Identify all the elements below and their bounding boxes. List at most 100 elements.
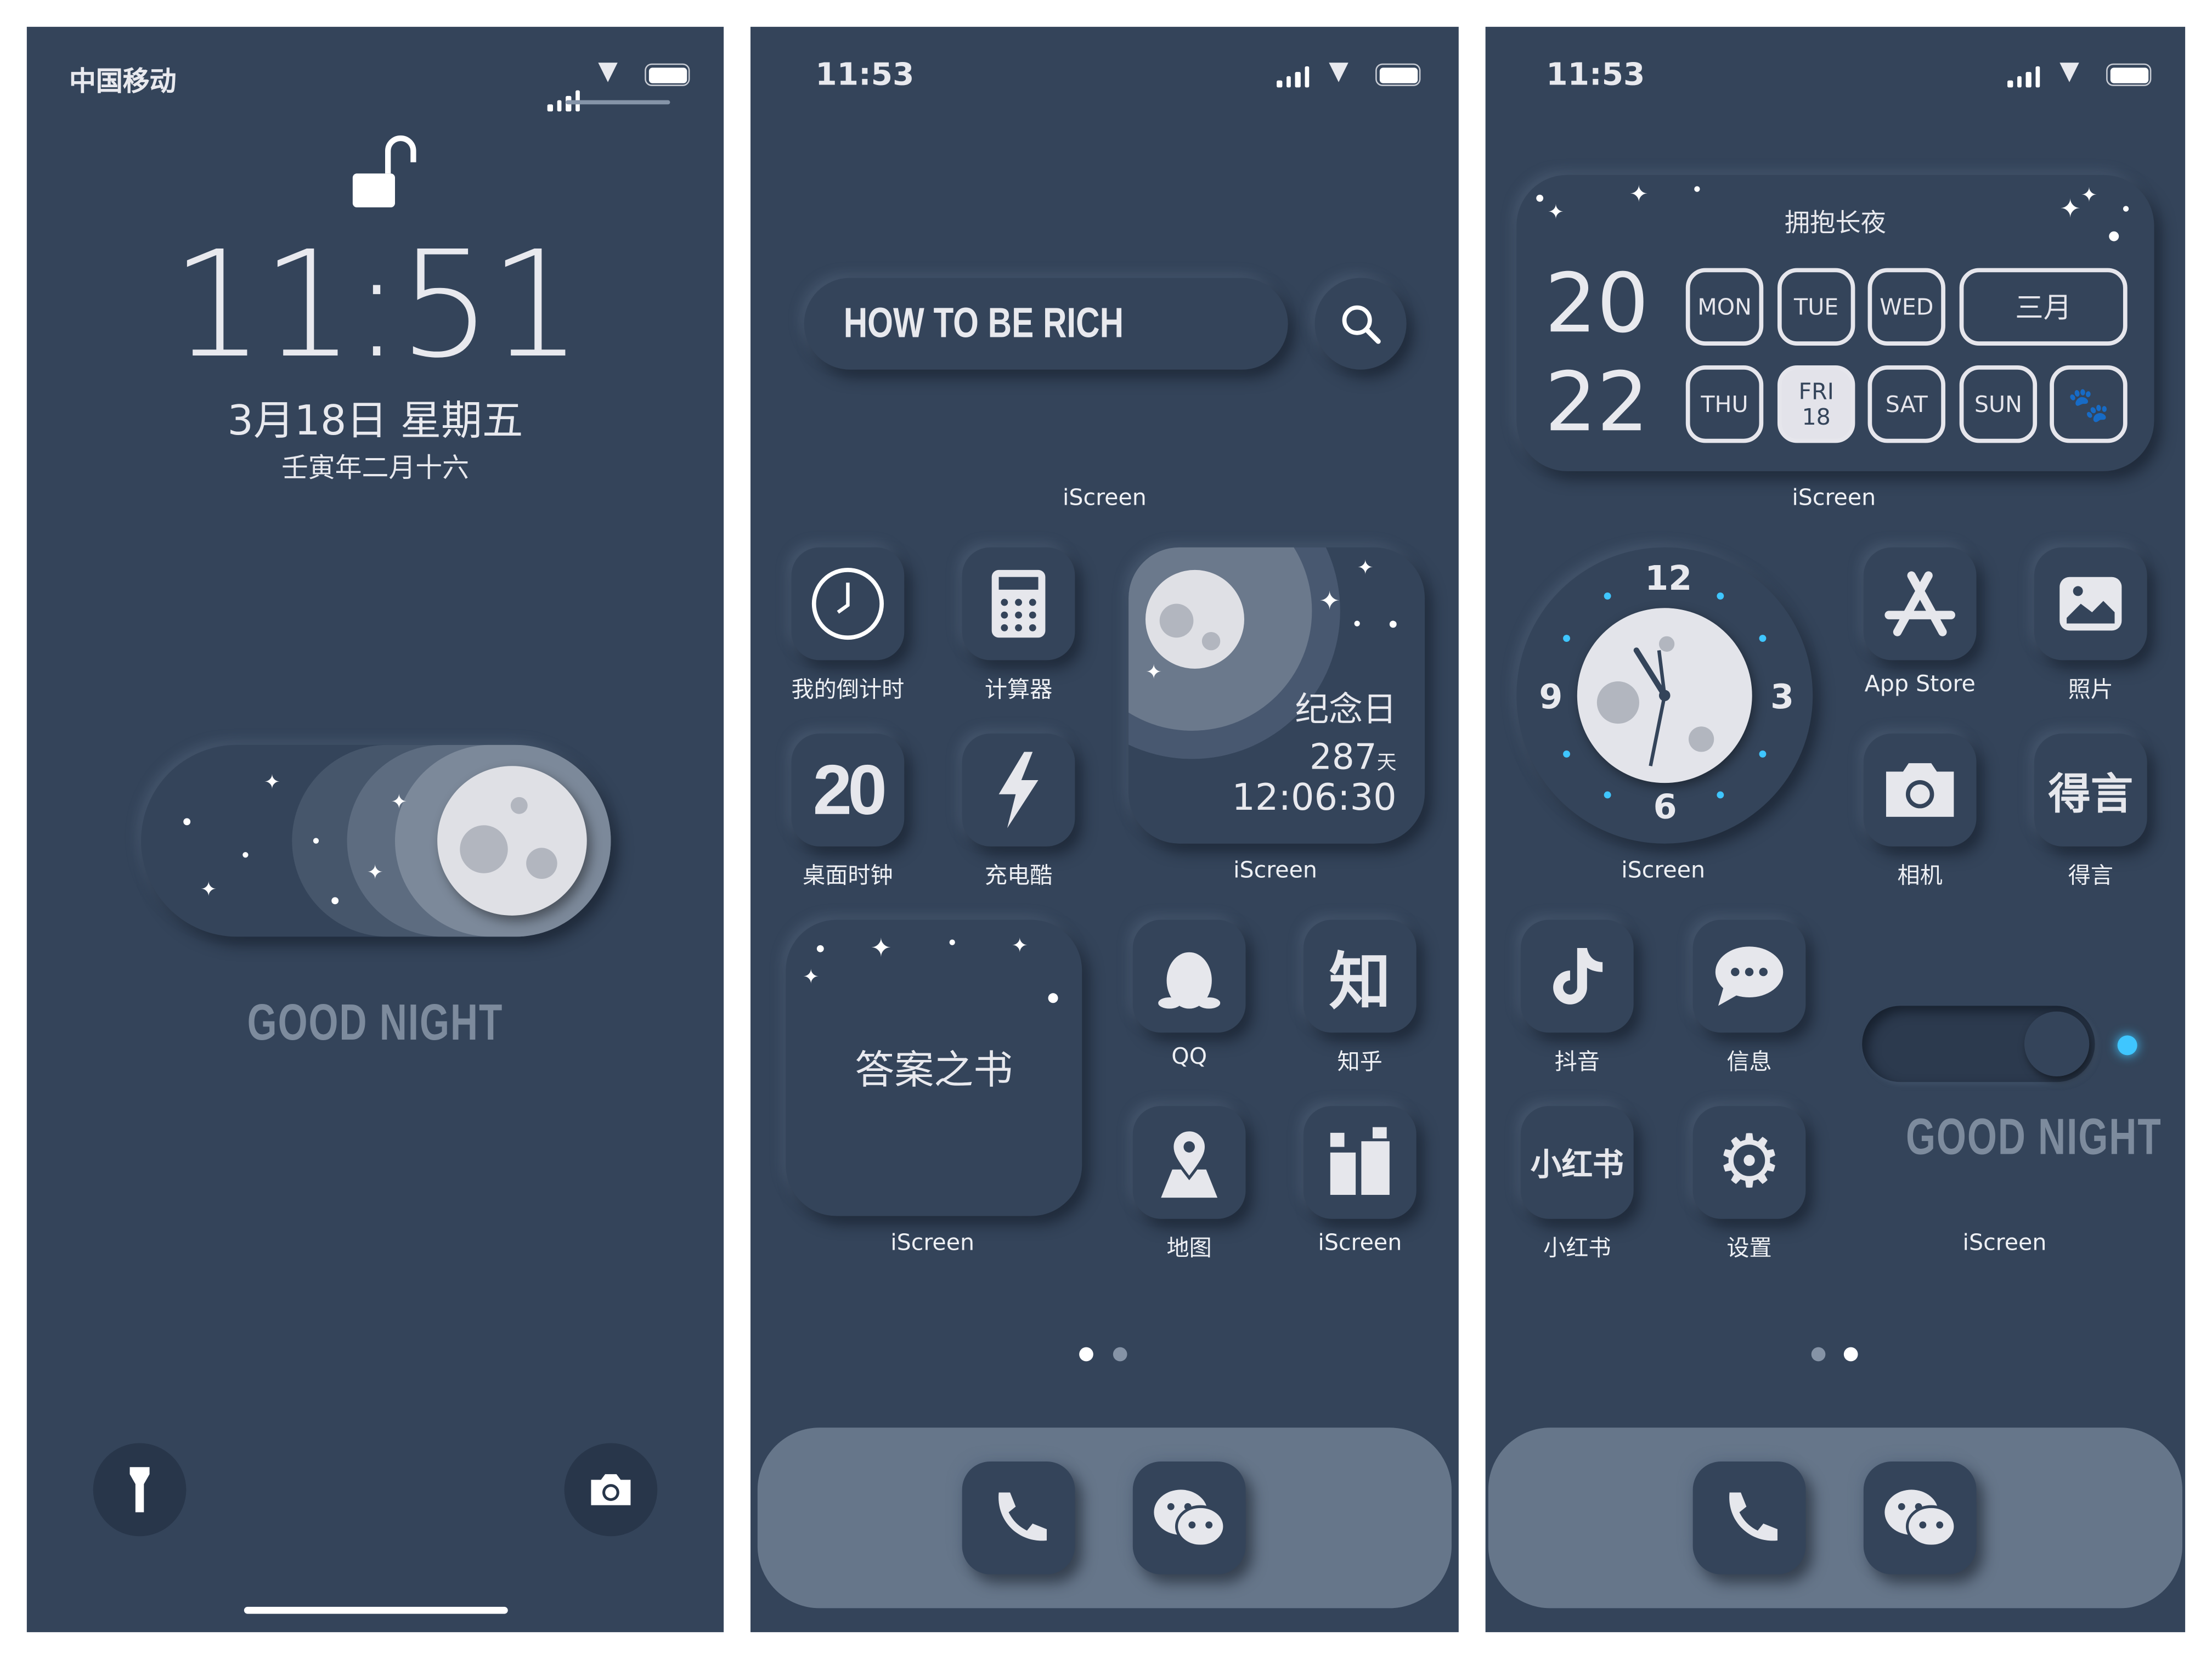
anniversary-time: 12:06:30 xyxy=(1232,777,1397,820)
app-label: QQ xyxy=(1171,1042,1207,1070)
day-tue: TUE xyxy=(1777,268,1855,346)
dock-phone[interactable] xyxy=(962,1461,1075,1575)
status-time: 11:53 xyxy=(1546,58,1645,93)
home-screen-2: 11:53 ▼ ✦ ✦ ✦ ✦ 拥抱长夜 20 22 MON TUE WED 三月 T… xyxy=(1485,26,2186,1633)
day-today: FRI 18 xyxy=(1777,365,1855,443)
home-indicator[interactable] xyxy=(244,1606,508,1614)
answer-book-widget[interactable]: ✦ ✦ ✦ 答案之书 xyxy=(786,919,1082,1216)
toggle-knob[interactable] xyxy=(2024,1011,2090,1076)
page-dot[interactable] xyxy=(1811,1347,1826,1362)
app-label: 抖音 xyxy=(1554,1048,1600,1075)
search-widget[interactable]: HOW TO BE RICH xyxy=(804,278,1288,370)
wifi-icon: ▼ xyxy=(1329,56,1348,86)
camera-icon xyxy=(591,1474,631,1505)
app-camera[interactable] xyxy=(1863,733,1977,847)
day-sat: SAT xyxy=(1867,365,1945,443)
clock-hands xyxy=(1633,647,1671,766)
lock-screen: 中国移动 ▼ 11:51 3月18日 星期五 壬寅年二月十六 ✦ ✦ ✦ ✦ GOOD… xyxy=(26,26,724,1633)
flashlight-button[interactable] xyxy=(93,1443,187,1537)
clock-num-9: 9 xyxy=(1539,677,1563,717)
wechat-icon xyxy=(1154,1489,1226,1548)
calendar-title: 拥抱长夜 xyxy=(1784,208,1886,239)
search-text: HOW TO BE RICH xyxy=(843,300,1124,347)
app-label: 相机 xyxy=(1897,862,1943,889)
app-countdown[interactable] xyxy=(791,547,905,661)
app-iscreen[interactable] xyxy=(1303,1105,1417,1219)
good-night-text: GOOD NIGHT xyxy=(1905,1107,2162,1165)
today-day: FRI xyxy=(1798,377,1834,404)
wifi-icon: ▼ xyxy=(2059,56,2079,86)
day-mon: MON xyxy=(1685,268,1764,346)
widget-label: iScreen xyxy=(1062,483,1147,511)
phone-icon xyxy=(998,1492,1047,1541)
control-center-indicator[interactable] xyxy=(566,100,670,105)
anniversary-widget[interactable]: ✦ ✦ ✦ 纪念日 287天 12:06:30 xyxy=(1128,547,1425,844)
night-toggle[interactable] xyxy=(1862,1006,2095,1082)
app-douyin[interactable] xyxy=(1520,919,1634,1033)
day-thu: THU xyxy=(1685,365,1764,443)
camera-button[interactable] xyxy=(564,1443,658,1537)
clock-widget[interactable]: 12 3 6 9 xyxy=(1516,547,1813,844)
gear-icon: ⚙ xyxy=(1716,1120,1782,1205)
today-date: 18 xyxy=(1802,403,1831,430)
lightning-icon xyxy=(998,752,1039,828)
toggle-indicator-light xyxy=(2117,1035,2137,1056)
widget-label: iScreen xyxy=(1621,856,1706,883)
app-store-icon xyxy=(1884,571,1955,636)
dock xyxy=(757,1427,1452,1609)
lunar-date: 壬寅年二月十六 xyxy=(281,453,469,484)
battery-icon xyxy=(645,63,690,86)
app-desktop-clock[interactable]: 20 xyxy=(791,733,905,847)
unlock-icon xyxy=(352,135,416,207)
message-icon xyxy=(1715,946,1784,1006)
clock-num-3: 3 xyxy=(1770,677,1795,717)
app-label: 地图 xyxy=(1166,1234,1212,1261)
widget-label: iScreen xyxy=(890,1228,975,1256)
app-qq[interactable] xyxy=(1132,919,1246,1033)
home-screen-1: 11:53 ▼ HOW TO BE RICH iScreen 我的倒计时 计算器… xyxy=(750,26,1459,1633)
app-photos[interactable] xyxy=(2034,547,2147,661)
anniversary-days: 287 xyxy=(1309,736,1377,777)
app-label: 得言 xyxy=(2068,862,2113,889)
app-maps[interactable] xyxy=(1132,1105,1246,1219)
dock-phone[interactable] xyxy=(1692,1461,1806,1575)
dock-wechat[interactable] xyxy=(1132,1461,1246,1575)
dock-wechat[interactable] xyxy=(1863,1461,1977,1575)
year-bottom: 22 xyxy=(1544,354,1649,450)
wifi-icon: ▼ xyxy=(598,56,618,86)
app-label: App Store xyxy=(1864,670,1976,697)
page-dot-active[interactable] xyxy=(1079,1347,1093,1362)
app-deyan[interactable]: 得言 xyxy=(2034,733,2147,847)
day-wed: WED xyxy=(1867,268,1945,346)
night-toggle-widget[interactable]: ✦ ✦ ✦ ✦ xyxy=(141,744,611,937)
flashlight-icon xyxy=(129,1467,150,1513)
app-charging[interactable] xyxy=(962,733,1075,847)
photos-icon xyxy=(2059,577,2122,631)
moon-icon xyxy=(1145,569,1244,669)
app-app-store[interactable] xyxy=(1863,547,1977,661)
widget-label: iScreen xyxy=(1233,856,1317,883)
app-zhihu[interactable]: 知 xyxy=(1303,919,1417,1033)
app-label: iScreen xyxy=(1318,1228,1402,1256)
app-calculator[interactable] xyxy=(962,547,1075,661)
search-button[interactable] xyxy=(1314,278,1407,370)
app-label: 照片 xyxy=(2068,675,2113,703)
page-dot-active[interactable] xyxy=(1843,1347,1858,1362)
moon-icon xyxy=(437,766,587,916)
blocks-icon xyxy=(1330,1127,1390,1195)
app-label: 知乎 xyxy=(1337,1048,1383,1075)
app-messages[interactable] xyxy=(1692,919,1806,1033)
lock-time: 11:51 xyxy=(171,218,583,391)
calendar-widget[interactable]: ✦ ✦ ✦ ✦ 拥抱长夜 20 22 MON TUE WED 三月 THU FRI 18… xyxy=(1516,174,2154,471)
app-settings[interactable]: ⚙ xyxy=(1692,1105,1806,1219)
app-label: 小红书 xyxy=(1543,1234,1611,1261)
signal-icon xyxy=(2007,65,2040,88)
signal-icon xyxy=(1277,65,1310,88)
answer-book-title: 答案之书 xyxy=(855,1046,1013,1093)
app-label: 设置 xyxy=(1726,1234,1772,1261)
page-dot[interactable] xyxy=(1113,1347,1127,1362)
clock-num-6: 6 xyxy=(1653,787,1677,827)
app-xiaohongshu[interactable]: 小红书 xyxy=(1520,1105,1634,1219)
widget-label: iScreen xyxy=(1962,1228,2047,1256)
clock-num-12: 12 xyxy=(1645,558,1692,599)
